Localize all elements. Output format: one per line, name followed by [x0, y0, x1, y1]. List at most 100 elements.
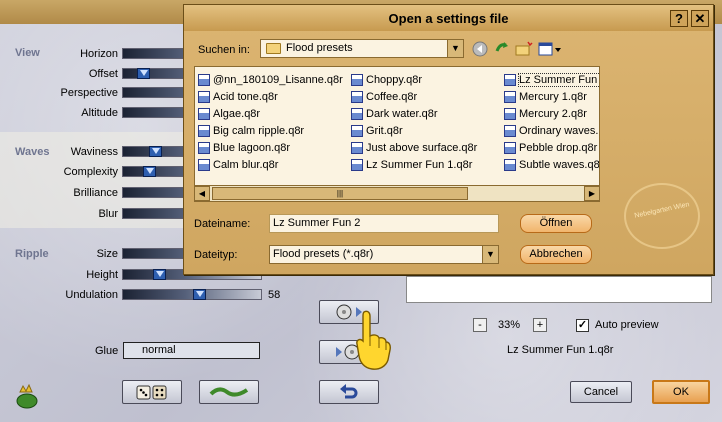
look-in-combo[interactable]: Flood presets ▼ [260, 39, 464, 58]
list-item[interactable]: Grit.q8r [351, 122, 477, 139]
height-label: Height [86, 269, 118, 281]
slider-thumb[interactable] [193, 289, 206, 300]
scroll-left-icon[interactable]: ◀ [194, 186, 210, 201]
logo-icon[interactable] [14, 383, 40, 410]
list-item[interactable]: Coffee.q8r [351, 88, 477, 105]
open-settings-dialog: Open a settings file ? ✕ Suchen in: Floo… [183, 4, 714, 275]
file-list[interactable]: @nn_180109_Lisanne.q8r Acid tone.q8r Alg… [194, 66, 600, 202]
glue-label: Glue [95, 345, 119, 357]
up-folder-icon[interactable] [493, 41, 511, 57]
list-item[interactable]: Blue lagoon.q8r [198, 139, 343, 156]
list-item-selected[interactable]: Lz Summer Fun 2 [504, 71, 599, 88]
cancel-button[interactable]: Cancel [570, 381, 632, 403]
perspective-label: Perspective [60, 87, 118, 99]
file-icon [351, 90, 363, 103]
watermark-text: Nebelgarten Wien [633, 201, 691, 220]
cancel-label: Cancel [583, 386, 619, 398]
filetype-combo[interactable]: Flood presets (*.q8r) ▼ [269, 245, 499, 264]
list-item[interactable]: Big calm ripple.q8r [198, 122, 343, 139]
open-button[interactable]: Öffnen [520, 214, 592, 233]
list-item[interactable]: Acid tone.q8r [198, 88, 343, 105]
preset-name-label: Lz Summer Fun 1.q8r [507, 344, 614, 356]
file-icon [198, 141, 210, 154]
auto-preview-label: Auto preview [595, 319, 659, 331]
watermark-logo: Nebelgarten Wien [624, 183, 700, 249]
scroll-right-icon[interactable]: ▶ [584, 186, 600, 201]
file-icon [198, 90, 210, 103]
look-in-label: Suchen in: [198, 44, 250, 56]
file-icon [504, 90, 516, 103]
list-item[interactable]: Mercury 1.q8r [504, 88, 599, 105]
wave-icon [209, 387, 249, 397]
back-icon[interactable] [471, 41, 489, 57]
file-icon [504, 73, 516, 86]
file-icon [351, 141, 363, 154]
chevron-down-icon[interactable]: ▼ [447, 40, 463, 57]
list-item[interactable]: Subtle waves.q8 [504, 156, 599, 173]
zoom-out-button[interactable]: - [473, 318, 487, 332]
altitude-label: Altitude [81, 107, 118, 119]
dice-icon [136, 385, 167, 400]
file-icon [504, 158, 516, 171]
close-button[interactable]: ✕ [691, 10, 709, 27]
undo-icon [340, 384, 358, 399]
view-menu-icon[interactable] [538, 41, 562, 57]
file-icon [351, 107, 363, 120]
slider-thumb[interactable] [137, 68, 150, 79]
filetype-label: Dateityp: [194, 249, 238, 261]
filename-label: Dateiname: [194, 218, 251, 230]
list-item[interactable]: @nn_180109_Lisanne.q8r [198, 71, 343, 88]
waviness-label: Waviness [70, 146, 118, 158]
file-icon [198, 124, 210, 137]
list-item[interactable]: Pebble drop.q8r [504, 139, 599, 156]
file-icon [198, 107, 210, 120]
filename-input[interactable]: Lz Summer Fun 2 [269, 214, 499, 233]
filetype-value: Flood presets (*.q8r) [273, 248, 374, 260]
chevron-down-icon[interactable]: ▼ [482, 246, 498, 263]
list-item[interactable]: Mercury 2.q8r [504, 105, 599, 122]
wave-button[interactable] [199, 380, 259, 404]
file-icon [351, 158, 363, 171]
undulation-slider[interactable] [122, 289, 262, 300]
complexity-label: Complexity [63, 166, 118, 178]
list-item[interactable]: Just above surface.q8r [351, 139, 477, 156]
offset-label: Offset [88, 68, 118, 80]
folder-icon [266, 43, 281, 54]
dialog-cancel-button[interactable]: Abbrechen [520, 245, 592, 264]
file-icon [351, 124, 363, 137]
list-item[interactable]: Algae.q8r [198, 105, 343, 122]
size-label: Size [96, 248, 118, 260]
file-column-2: Choppy.q8r Coffee.q8r Dark water.q8r Gri… [351, 71, 477, 173]
randomize-button[interactable] [122, 380, 182, 404]
look-in-value: Flood presets [286, 42, 353, 54]
file-icon [351, 73, 363, 86]
dialog-title-bar[interactable]: Open a settings file ? ✕ [184, 5, 713, 31]
file-icon [198, 158, 210, 171]
slider-thumb[interactable] [143, 166, 156, 177]
scroll-thumb[interactable]: ||| [212, 187, 468, 200]
list-item[interactable]: Lz Summer Fun 1.q8r [351, 156, 477, 173]
zoom-in-button[interactable]: + [533, 318, 547, 332]
ok-label: OK [673, 386, 689, 398]
preview-panel [406, 276, 712, 303]
new-folder-icon[interactable] [515, 41, 533, 57]
file-column-1: @nn_180109_Lisanne.q8r Acid tone.q8r Alg… [198, 71, 343, 173]
slider-thumb[interactable] [153, 269, 166, 280]
glue-select[interactable]: normal [123, 342, 260, 359]
dialog-title: Open a settings file [388, 11, 509, 26]
help-button[interactable]: ? [670, 10, 688, 27]
pointer-hand-icon [352, 310, 392, 372]
horizon-label: Horizon [80, 48, 118, 60]
slider-thumb[interactable] [149, 146, 162, 157]
brilliance-label: Brilliance [73, 187, 118, 199]
zoom-value: 33% [498, 319, 521, 331]
ok-button[interactable]: OK [652, 380, 710, 404]
undulation-value: 58 [268, 289, 281, 301]
list-item[interactable]: Ordinary waves. [504, 122, 599, 139]
list-item[interactable]: Calm blur.q8r [198, 156, 343, 173]
list-item[interactable]: Dark water.q8r [351, 105, 477, 122]
auto-preview-checkbox[interactable]: ✓ [576, 319, 589, 332]
undo-button[interactable] [319, 380, 379, 404]
list-item[interactable]: Choppy.q8r [351, 71, 477, 88]
horizontal-scrollbar[interactable]: ◀ ||| ▶ [194, 185, 600, 201]
